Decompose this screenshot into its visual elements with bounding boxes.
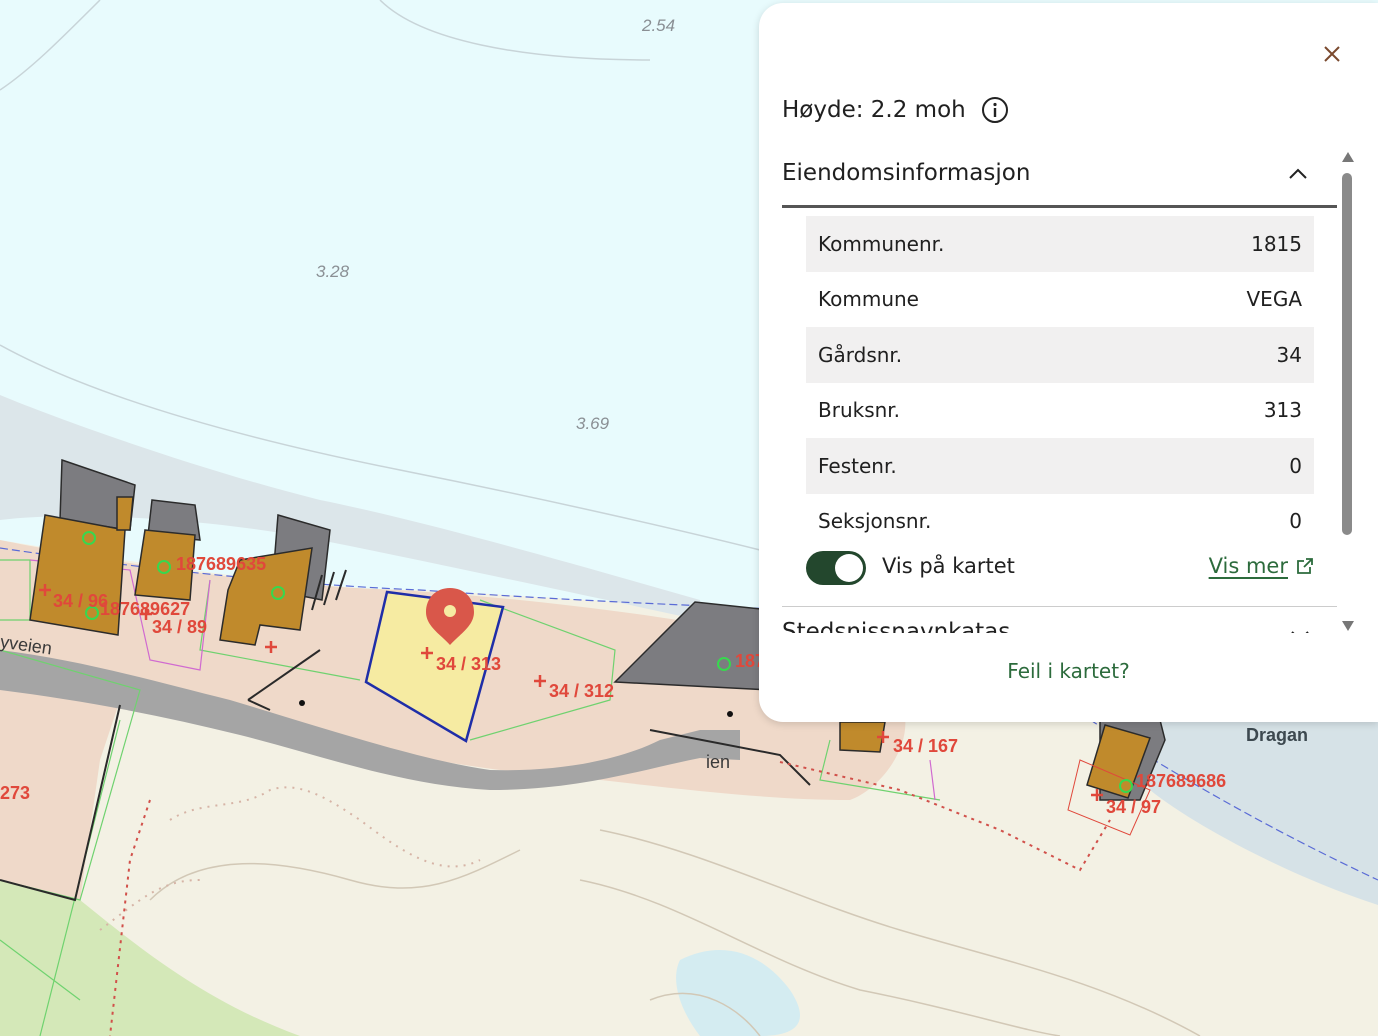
section-header-eiendomsinformasjon[interactable]: Eiendomsinformasjon — [782, 143, 1337, 208]
scroll-thumb[interactable] — [1342, 173, 1352, 535]
table-row: Gårdsnr. 34 — [806, 327, 1314, 383]
property-info-panel: Høyde: 2.2 moh Eiendomsinformasjon Kommu… — [759, 3, 1378, 722]
close-icon[interactable] — [1317, 39, 1347, 69]
row-label: Gårdsnr. — [818, 342, 903, 367]
parcel-label: 34 / 97 — [1106, 797, 1162, 817]
elevation-label: 3.28 — [316, 262, 350, 281]
parcel-label: 34 / 89 — [152, 617, 208, 637]
table-row: Seksjonsnr. 0 — [806, 494, 1314, 550]
elevation-label: 2.54 — [642, 16, 676, 35]
row-value: 34 — [1276, 342, 1302, 367]
report-map-error-link[interactable]: Feil i kartet? — [759, 659, 1378, 683]
parcel-label: 34 / 312 — [549, 681, 615, 701]
panel-scroll-area: Eiendomsinformasjon Kommunenr. 1815 Komm… — [782, 143, 1339, 633]
table-row: Bruksnr. 313 — [806, 383, 1314, 439]
row-label: Bruksnr. — [818, 398, 901, 423]
road-label: ien — [706, 752, 731, 772]
scroll-up-arrow[interactable] — [1342, 152, 1354, 162]
height-info: Høyde: 2.2 moh — [782, 96, 1009, 124]
vis-mer-text: Vis mer — [1208, 554, 1288, 578]
row-value: 313 — [1263, 398, 1302, 423]
row-value: 0 — [1289, 453, 1302, 478]
external-link-icon — [1297, 558, 1313, 574]
next-section-title[interactable]: Stedsnissnavnkatas — [782, 619, 1010, 633]
row-label: Festenr. — [818, 453, 897, 478]
chevron-down-icon[interactable] — [1289, 625, 1311, 633]
info-icon[interactable] — [981, 96, 1009, 124]
row-label: Seksjonsnr. — [818, 509, 932, 534]
parcel-label: 34 / 313 — [436, 654, 502, 674]
parcel-label: 273 — [0, 783, 31, 803]
show-on-map-row: Vis på kartet Vis mer — [806, 551, 1314, 587]
row-label: Kommunenr. — [818, 231, 945, 256]
chevron-up-icon[interactable] — [1287, 163, 1309, 185]
toggle-knob — [835, 554, 863, 582]
panel-scrollbar[interactable] — [1340, 149, 1354, 633]
row-value: 0 — [1289, 509, 1302, 534]
elevation-label: 3.69 — [576, 414, 610, 433]
row-value: VEGA — [1246, 287, 1303, 312]
scroll-down-arrow[interactable] — [1342, 621, 1354, 631]
table-row: Kommunenr. 1815 — [806, 216, 1314, 272]
show-on-map-toggle[interactable] — [806, 551, 866, 585]
row-value: 1815 — [1251, 231, 1302, 256]
building-id-label: 187689635 — [176, 554, 267, 574]
table-row: Festenr. 0 — [806, 438, 1314, 494]
parcel-label: 34 / 167 — [893, 736, 959, 756]
vis-mer-link[interactable]: Vis mer — [1209, 554, 1314, 578]
building-id-label: 187689686 — [1136, 771, 1227, 791]
building-id-label: 187689627 — [100, 599, 191, 619]
height-label: Høyde: 2.2 moh — [782, 97, 966, 123]
property-table: Kommunenr. 1815 Kommune VEGA Gårdsnr. 34… — [806, 216, 1314, 549]
row-label: Kommune — [818, 287, 919, 312]
place-label: Dragan — [1246, 725, 1309, 745]
section-divider — [782, 606, 1337, 607]
toggle-label: Vis på kartet — [882, 554, 1015, 578]
section-title: Eiendomsinformasjon — [782, 160, 1031, 186]
table-row: Kommune VEGA — [806, 272, 1314, 328]
